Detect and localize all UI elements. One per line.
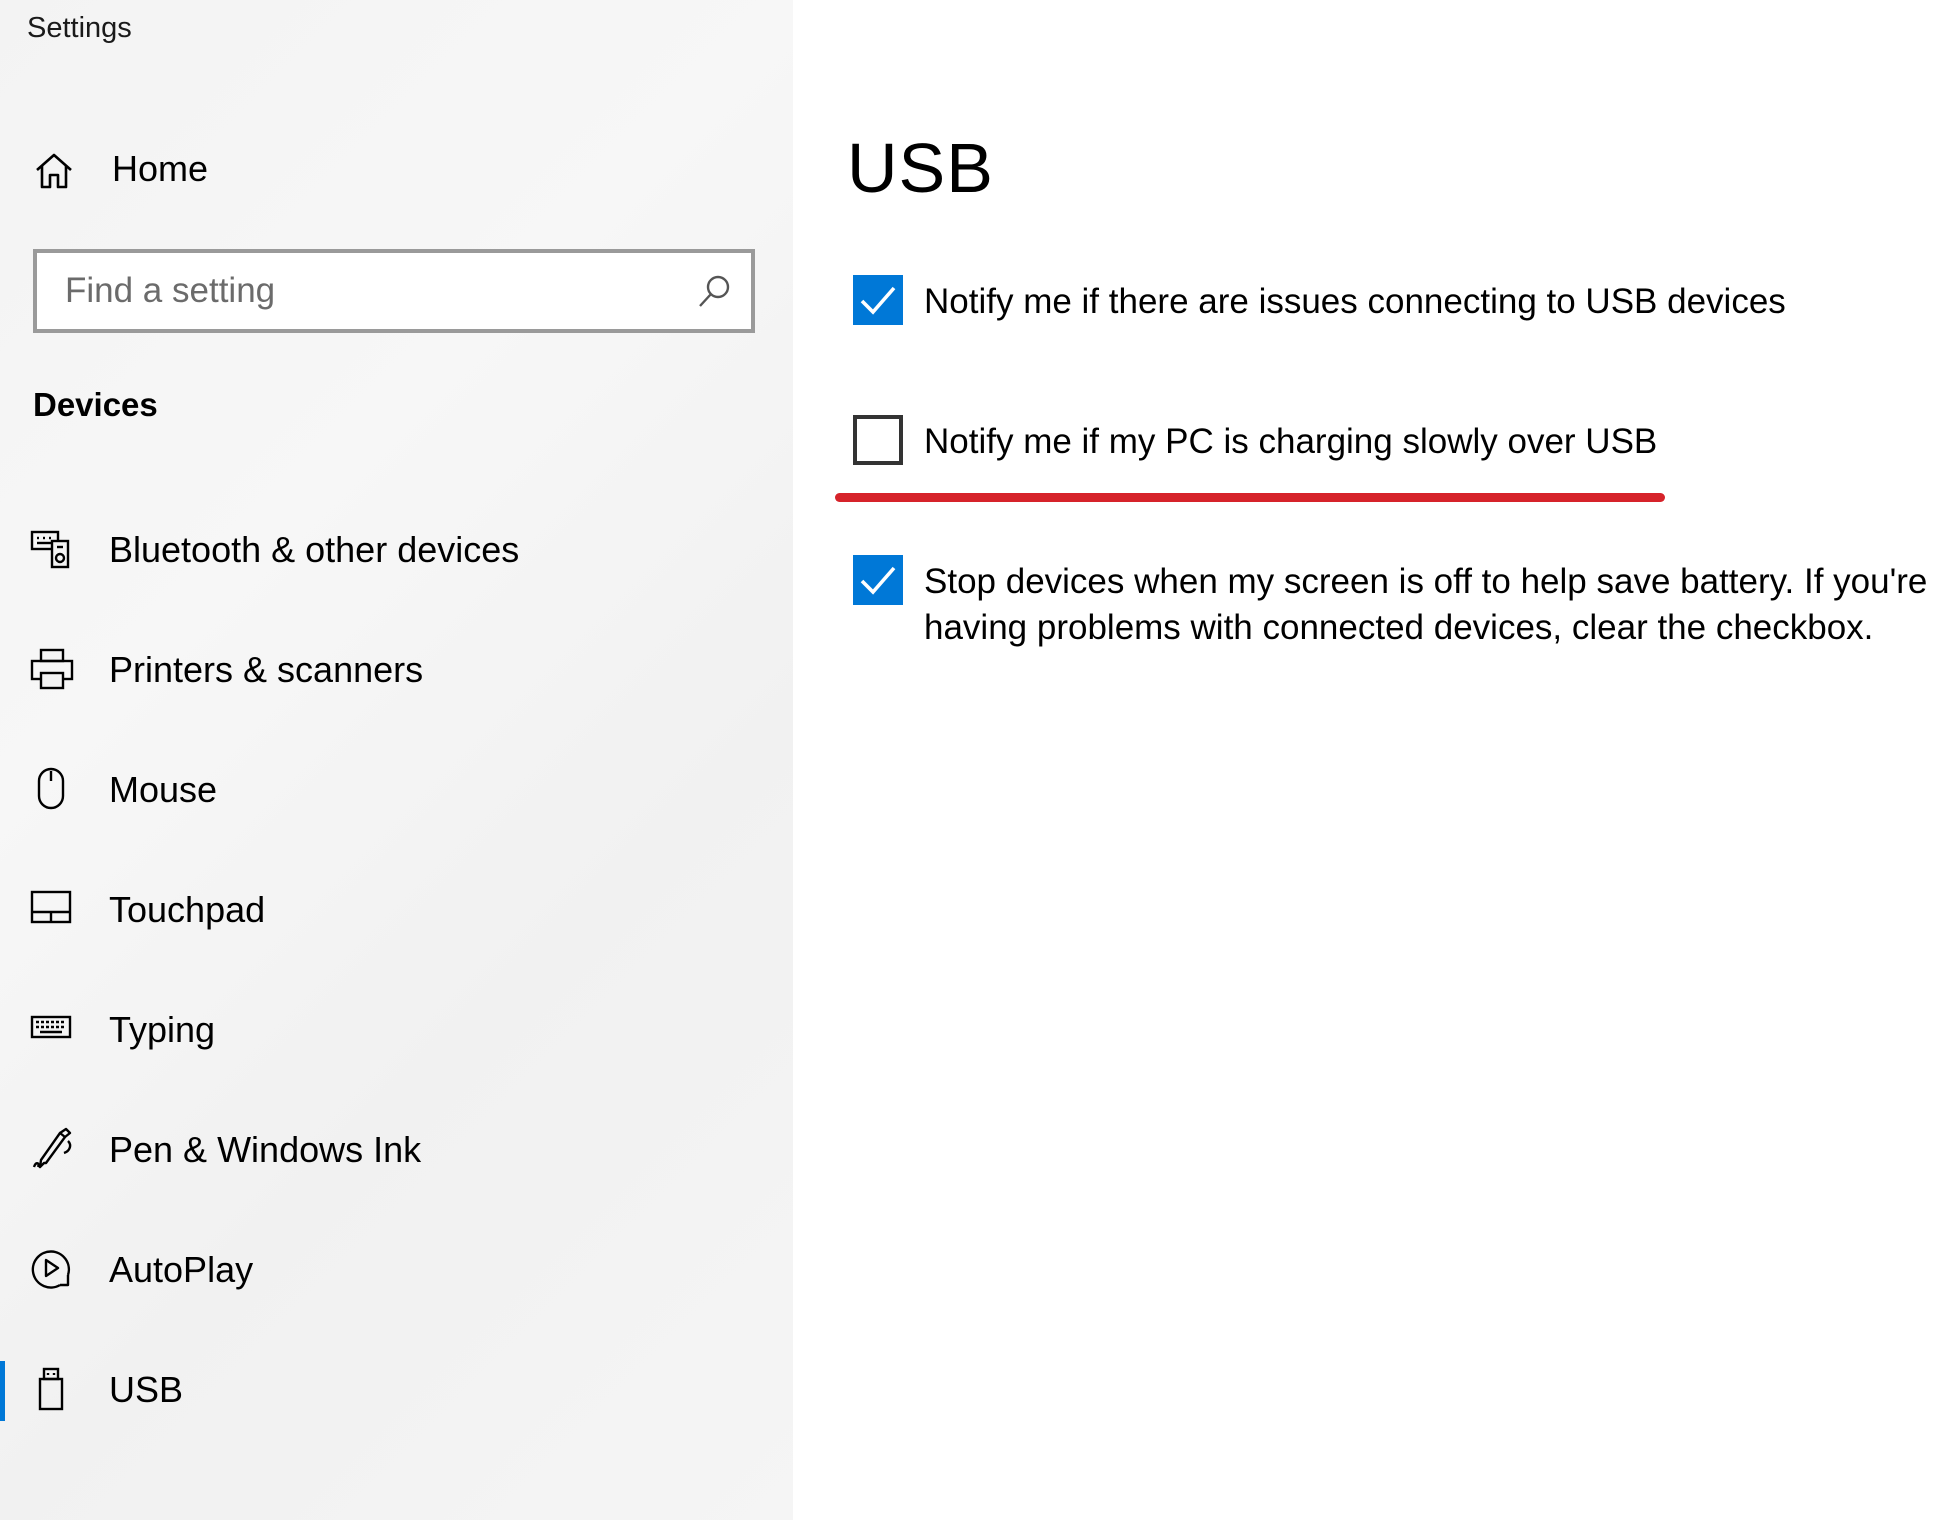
sidebar: Settings Home Devices [0,0,793,1520]
checkmark-icon [860,566,896,595]
checkmark-icon [860,286,896,315]
stop-devices-checkbox[interactable] [853,555,903,605]
sidebar-item-label: Printers & scanners [109,649,424,690]
search-box[interactable] [33,249,755,333]
sidebar-item-bluetooth[interactable]: Bluetooth & other devices [0,505,793,595]
bluetooth-devices-icon [30,527,74,571]
sidebar-item-usb[interactable]: USB [0,1345,793,1435]
usb-icon [30,1367,74,1411]
sidebar-item-label: USB [109,1369,184,1410]
selected-indicator [0,1361,5,1421]
sidebar-item-touchpad[interactable]: Touchpad [0,865,793,955]
section-heading: Devices [33,386,158,423]
slow-charging-checkbox[interactable] [853,415,903,465]
search-input[interactable] [37,253,677,329]
keyboard-icon [30,1007,74,1051]
touchpad-icon [30,887,74,931]
sidebar-item-mouse[interactable]: Mouse [0,745,793,835]
pen-icon [30,1127,74,1171]
settings-window: Settings Home Devices [0,0,1957,1520]
option-label: Stop devices when my screen is off to he… [924,562,1928,647]
option-label: Notify me if my PC is charging slowly ov… [924,422,1658,461]
autoplay-icon [30,1247,74,1291]
sidebar-item-label: Pen & Windows Ink [109,1129,422,1170]
option-label: Notify me if there are issues connecting… [924,282,1786,321]
sidebar-item-label: Touchpad [109,889,266,930]
highlight-underline [835,493,1665,502]
main-panel: USB Notify me if there are issues connec… [793,0,1957,1520]
search-icon[interactable] [697,273,733,309]
sidebar-item-label: AutoPlay [109,1249,254,1290]
page-title: USB [847,129,994,207]
sidebar-item-label: Mouse [109,769,218,810]
home-label: Home [112,148,209,189]
usb-issues-checkbox[interactable] [853,275,903,325]
sidebar-item-label: Bluetooth & other devices [109,529,520,570]
home-icon [33,150,75,192]
printer-icon [30,647,74,691]
sidebar-item-autoplay[interactable]: AutoPlay [0,1225,793,1315]
app-title: Settings [27,12,132,44]
home-nav-item[interactable]: Home [0,128,793,216]
sidebar-item-printers[interactable]: Printers & scanners [0,625,793,715]
sidebar-item-pen[interactable]: Pen & Windows Ink [0,1105,793,1195]
sidebar-item-typing[interactable]: Typing [0,985,793,1075]
sidebar-item-label: Typing [109,1009,216,1050]
mouse-icon [30,767,74,811]
